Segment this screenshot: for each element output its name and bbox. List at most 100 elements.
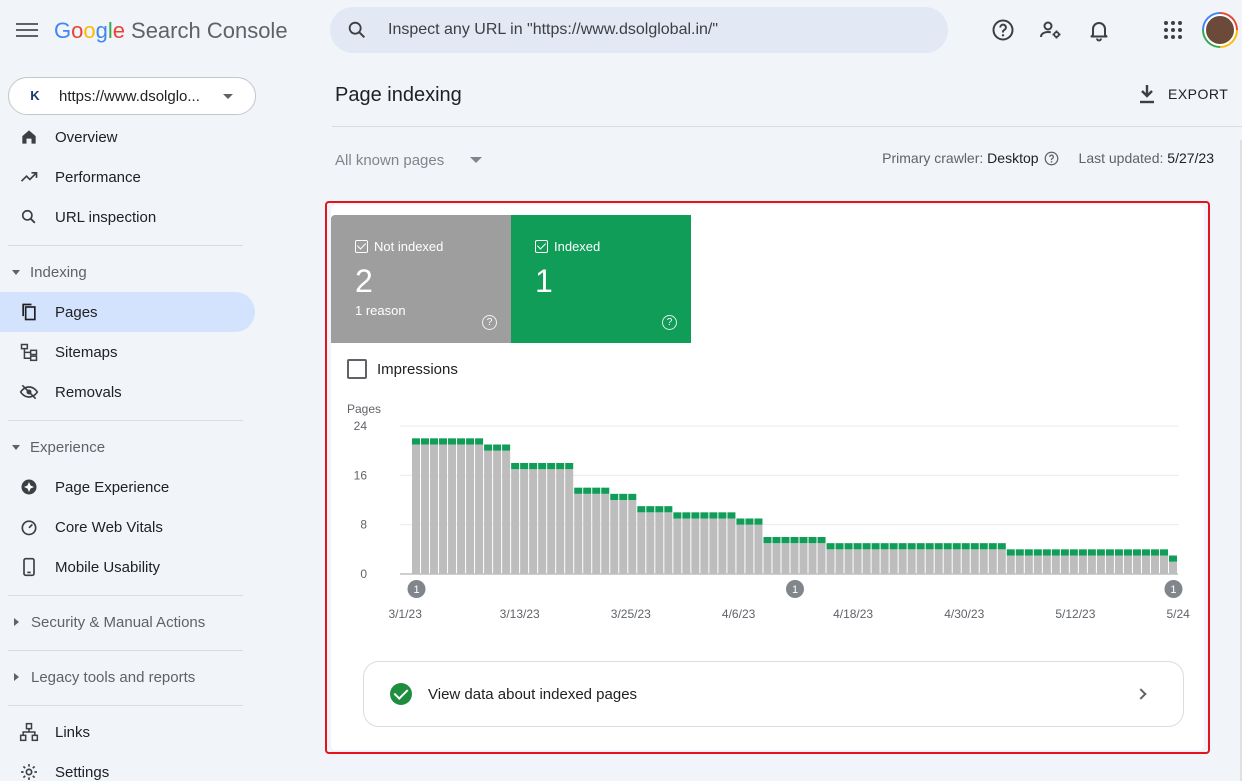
crawler-value: Desktop [987, 150, 1039, 166]
divider [8, 420, 243, 421]
bar-not-indexed [556, 469, 565, 574]
section-experience[interactable]: Experience [0, 427, 255, 467]
page-experience-icon [21, 479, 37, 495]
sidebar-item-label: Settings [55, 763, 110, 781]
avatar[interactable] [1202, 12, 1238, 48]
sidebar-item-performance[interactable]: Performance [0, 157, 255, 197]
product-logo[interactable]: Google Search Console [54, 18, 288, 44]
notifications-icon[interactable] [1087, 18, 1111, 42]
bar-not-indexed [1015, 555, 1024, 574]
impressions-label: Impressions [377, 360, 458, 378]
property-selector[interactable]: K https://www.dsolglo... [8, 77, 256, 115]
bar-not-indexed [511, 469, 520, 574]
bar-not-indexed [988, 549, 997, 574]
sidebar-item-page-experience[interactable]: Page Experience [0, 467, 255, 507]
sidebar-item-overview[interactable]: Overview [0, 117, 255, 157]
apps-icon[interactable] [1161, 18, 1185, 42]
bar-not-indexed [637, 512, 646, 574]
sidebar-item-core-web-vitals[interactable]: Core Web Vitals [0, 507, 255, 547]
export-button[interactable]: EXPORT [1138, 82, 1228, 106]
sidebar-item-mobile-usability[interactable]: Mobile Usability [0, 547, 255, 587]
bar-indexed [484, 444, 493, 451]
bar-indexed [781, 537, 790, 544]
bar-not-indexed [682, 518, 691, 574]
url-inspection-search[interactable] [330, 7, 948, 53]
help-icon[interactable] [1044, 151, 1059, 166]
bar-indexed [709, 512, 718, 519]
bar-not-indexed [1024, 555, 1033, 574]
section-legacy-tools[interactable]: Legacy tools and reports [0, 657, 255, 697]
divider [8, 705, 243, 706]
bar-not-indexed [871, 549, 880, 574]
x-tick-label: 4/18/23 [833, 607, 873, 621]
sidebar-item-label: Sitemaps [55, 343, 118, 361]
bar-indexed [466, 438, 475, 445]
bar-not-indexed [538, 469, 547, 574]
bar-not-indexed [700, 518, 709, 574]
checkbox-checked-icon [355, 240, 368, 253]
indexed-tile[interactable]: Indexed 1 ? [511, 215, 691, 343]
crawler-label: Primary crawler: [882, 150, 984, 166]
links-icon [19, 722, 39, 742]
bar-indexed [916, 543, 925, 550]
search-input[interactable] [388, 7, 928, 53]
bar-indexed [610, 493, 619, 500]
bar-indexed [898, 543, 907, 550]
bar-indexed [988, 543, 997, 550]
bar-indexed [961, 543, 970, 550]
bar-indexed [853, 543, 862, 550]
sidebar-item-pages[interactable]: Pages [0, 292, 255, 332]
bar-not-indexed [772, 543, 781, 574]
section-label: Security & Manual Actions [31, 613, 206, 631]
bar-not-indexed [790, 543, 799, 574]
bar-indexed [430, 438, 439, 445]
bar-indexed [952, 543, 961, 550]
bar-indexed [583, 487, 592, 494]
sidebar-item-url-inspection[interactable]: URL inspection [0, 197, 255, 237]
impressions-checkbox[interactable]: Impressions [347, 359, 458, 379]
section-security-manual-actions[interactable]: Security & Manual Actions [0, 602, 255, 642]
bar-indexed [1033, 549, 1042, 556]
not-indexed-tile[interactable]: Not indexed 2 1 reason ? [331, 215, 511, 343]
sidebar-item-settings[interactable]: Settings [0, 752, 255, 781]
section-indexing[interactable]: Indexing [0, 252, 255, 292]
sitemap-icon [20, 343, 38, 362]
sidebar-item-links[interactable]: Links [0, 712, 255, 752]
sidebar-item-label: Core Web Vitals [55, 518, 163, 536]
bar-indexed [601, 487, 610, 494]
bar-not-indexed [457, 444, 466, 574]
bar-not-indexed [1069, 555, 1078, 574]
bar-not-indexed [484, 450, 493, 574]
help-icon[interactable]: ? [662, 315, 677, 330]
bar-indexed [1105, 549, 1114, 556]
bar-not-indexed [1105, 555, 1114, 574]
top-app-bar: Google Search Console [0, 0, 1242, 64]
view-indexed-pages-link[interactable]: View data about indexed pages [363, 661, 1184, 727]
bar-indexed [835, 543, 844, 550]
tile-subtext: 1 reason [355, 303, 406, 318]
pages-filter-dropdown[interactable]: All known pages [335, 148, 483, 172]
help-icon[interactable] [991, 18, 1015, 42]
x-tick-label: 5/12/23 [1055, 607, 1095, 621]
help-icon[interactable]: ? [482, 315, 497, 330]
tile-label: Indexed [535, 239, 600, 254]
bar-indexed [1078, 549, 1087, 556]
bar-not-indexed [619, 500, 628, 574]
bar-indexed [745, 518, 754, 525]
last-updated-value: 5/27/23 [1167, 150, 1214, 166]
bar-indexed [1087, 549, 1096, 556]
sidebar-item-removals[interactable]: Removals [0, 372, 255, 412]
bar-not-indexed [934, 549, 943, 574]
bar-not-indexed [952, 549, 961, 574]
bar-indexed [718, 512, 727, 519]
bar-not-indexed [448, 444, 457, 574]
bar-not-indexed [1033, 555, 1042, 574]
bar-not-indexed [997, 549, 1006, 574]
manage-users-icon[interactable] [1039, 18, 1063, 42]
bar-indexed [997, 543, 1006, 550]
sidebar-item-sitemaps[interactable]: Sitemaps [0, 332, 255, 372]
bar-indexed [655, 506, 664, 513]
menu-icon[interactable] [16, 20, 38, 42]
bar-not-indexed [916, 549, 925, 574]
bar-indexed [475, 438, 484, 445]
